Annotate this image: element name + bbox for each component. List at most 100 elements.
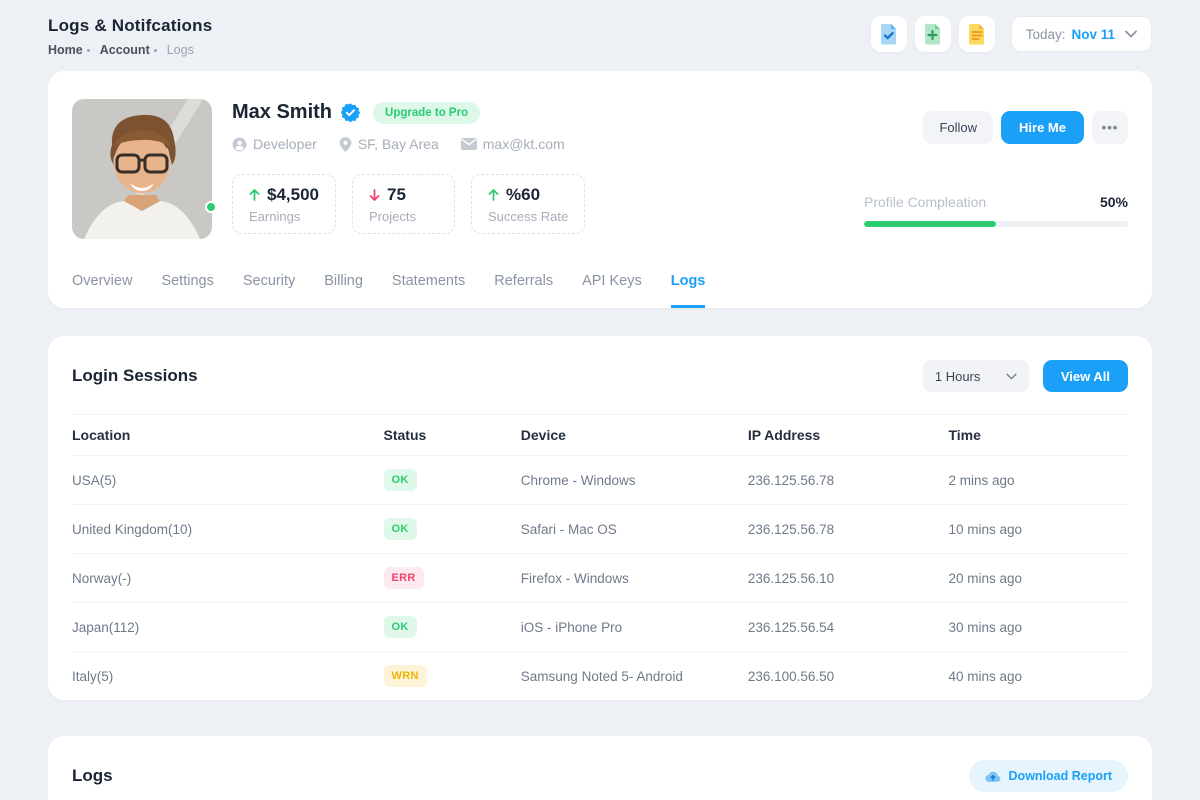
tab-overview[interactable]: Overview (72, 273, 132, 308)
col-header-time: Time (948, 415, 1128, 456)
profile-info: Max Smith Upgrade to Pro Deve (232, 99, 864, 239)
download-report-button[interactable]: Download Report (969, 760, 1128, 792)
doc-lines-button[interactable] (959, 16, 995, 52)
date-label: Today: (1026, 27, 1066, 42)
tab-logs[interactable]: Logs (671, 273, 706, 308)
status-badge: OK (384, 616, 417, 638)
arrow-down-icon (369, 189, 380, 201)
cell-ip: 236.125.56.78 (748, 505, 949, 554)
tab-settings[interactable]: Settings (161, 273, 213, 308)
meta-location-label: SF, Bay Area (358, 136, 439, 152)
table-row: Japan(112) OK iOS - iPhone Pro 236.125.5… (72, 603, 1128, 652)
profile-stats: $4,500 Earnings 75 Projects (232, 174, 864, 234)
tab-billing[interactable]: Billing (324, 273, 363, 308)
stat-label: Earnings (249, 209, 319, 224)
cell-ip: 236.125.56.10 (748, 554, 949, 603)
cell-location: Italy(5) (72, 652, 384, 701)
breadcrumb-home[interactable]: Home (48, 43, 83, 57)
page-title: Logs & Notifcations (48, 16, 212, 36)
cell-time: 20 mins ago (948, 554, 1128, 603)
meta-role-label: Developer (253, 136, 317, 152)
meta-role: Developer (232, 136, 317, 152)
avatar-photo (72, 99, 212, 239)
tab-security[interactable]: Security (243, 273, 295, 308)
hours-filter-value: 1 Hours (935, 369, 981, 384)
doc-add-icon (923, 23, 943, 45)
doc-check-button[interactable] (871, 16, 907, 52)
chevron-down-icon (1006, 373, 1017, 380)
col-header-ip: IP Address (748, 415, 949, 456)
sessions-table: Location Status Device IP Address Time U… (72, 414, 1128, 700)
col-header-location: Location (72, 415, 384, 456)
table-row: Italy(5) WRN Samsung Noted 5- Android 23… (72, 652, 1128, 701)
status-badge: WRN (384, 665, 427, 687)
cell-device: Firefox - Windows (521, 554, 748, 603)
table-row: United Kingdom(10) OK Safari - Mac OS 23… (72, 505, 1128, 554)
stat-success-rate: %60 Success Rate (471, 174, 585, 234)
cell-location: United Kingdom(10) (72, 505, 384, 554)
col-header-status: Status (384, 415, 521, 456)
cell-location: Japan(112) (72, 603, 384, 652)
status-badge: ERR (384, 567, 424, 589)
stat-earnings: $4,500 Earnings (232, 174, 336, 234)
col-header-device: Device (521, 415, 748, 456)
mail-icon (461, 138, 477, 150)
cell-device: Safari - Mac OS (521, 505, 748, 554)
completion-progress-fill (864, 221, 996, 227)
cell-time: 2 mins ago (948, 456, 1128, 505)
status-badge: OK (384, 518, 417, 540)
stat-value: $4,500 (267, 185, 319, 205)
arrow-up-icon (488, 189, 499, 201)
verified-badge-icon (341, 103, 360, 122)
stat-value: 75 (387, 185, 406, 205)
user-icon (232, 137, 247, 152)
cell-device: Samsung Noted 5- Android (521, 652, 748, 701)
cell-device: Chrome - Windows (521, 456, 748, 505)
header-left: Logs & Notifcations Home Account Logs (48, 16, 212, 57)
follow-button[interactable]: Follow (923, 111, 993, 144)
breadcrumb-separator (154, 49, 157, 52)
stat-projects: 75 Projects (352, 174, 455, 234)
online-status-dot (205, 201, 217, 213)
meta-location: SF, Bay Area (339, 136, 439, 152)
cell-time: 10 mins ago (948, 505, 1128, 554)
cell-ip: 236.100.56.50 (748, 652, 949, 701)
profile-card: Max Smith Upgrade to Pro Deve (48, 71, 1152, 308)
cell-time: 30 mins ago (948, 603, 1128, 652)
status-badge: OK (384, 469, 417, 491)
cloud-upload-icon (985, 770, 1001, 783)
stat-value: %60 (506, 185, 540, 205)
login-sessions-card: Login Sessions 1 Hours View All Location… (48, 336, 1152, 700)
date-value: Nov 11 (1071, 27, 1115, 42)
completion-value: 50% (1100, 194, 1128, 210)
view-all-button[interactable]: View All (1043, 360, 1128, 392)
upgrade-pro-badge[interactable]: Upgrade to Pro (373, 102, 480, 124)
profile-tabs: Overview Settings Security Billing State… (72, 273, 1128, 308)
completion-label: Profile Compleation (864, 194, 986, 210)
download-report-label: Download Report (1009, 769, 1112, 783)
user-name: Max Smith (232, 101, 332, 124)
stat-label: Projects (369, 209, 438, 224)
location-pin-icon (339, 137, 352, 152)
breadcrumb-account[interactable]: Account (100, 43, 150, 57)
doc-add-button[interactable] (915, 16, 951, 52)
arrow-up-icon (249, 189, 260, 201)
breadcrumb-logs: Logs (167, 43, 194, 57)
meta-email-label: max@kt.com (483, 136, 565, 152)
completion-progress-track (864, 221, 1128, 227)
more-options-button[interactable]: ••• (1092, 111, 1128, 144)
hire-me-button[interactable]: Hire Me (1001, 111, 1084, 144)
header-actions: Today: Nov 11 (871, 16, 1152, 52)
profile-right: Follow Hire Me ••• Profile Compleation 5… (864, 99, 1128, 239)
date-picker[interactable]: Today: Nov 11 (1011, 16, 1152, 52)
tab-api-keys[interactable]: API Keys (582, 273, 642, 308)
profile-completion: Profile Compleation 50% (864, 194, 1128, 227)
sessions-title: Login Sessions (72, 366, 198, 386)
avatar (72, 99, 212, 239)
cell-device: iOS - iPhone Pro (521, 603, 748, 652)
tab-statements[interactable]: Statements (392, 273, 465, 308)
cell-location: USA(5) (72, 456, 384, 505)
hours-filter-select[interactable]: 1 Hours (923, 360, 1029, 392)
logs-title: Logs (72, 766, 113, 786)
tab-referrals[interactable]: Referrals (494, 273, 553, 308)
